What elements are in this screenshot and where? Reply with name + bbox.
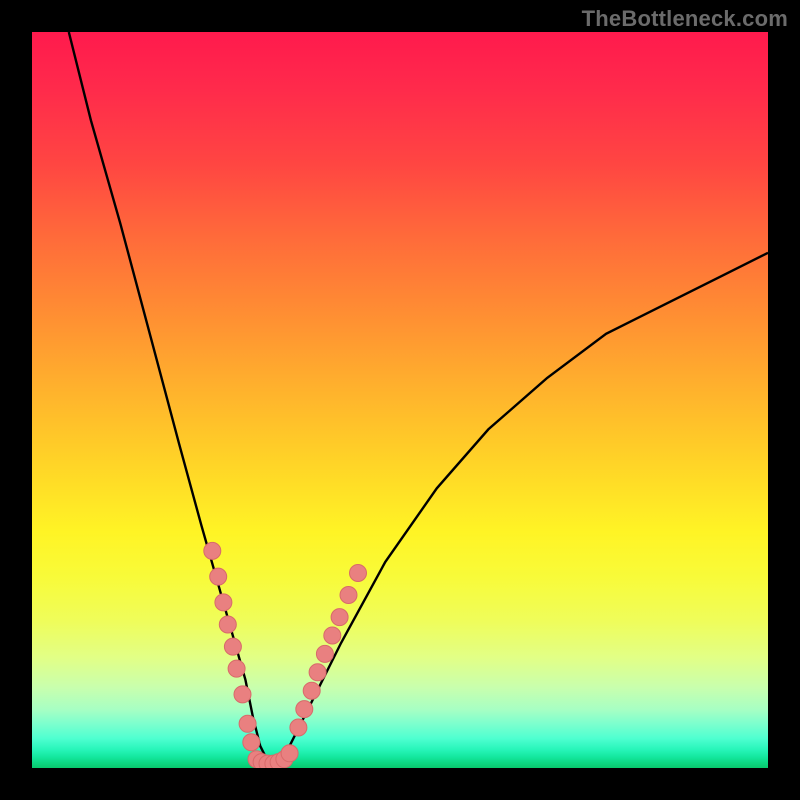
data-point [224, 638, 241, 655]
data-point [324, 627, 341, 644]
watermark-text: TheBottleneck.com [582, 6, 788, 32]
data-point [204, 542, 221, 559]
data-point [219, 616, 236, 633]
bottleneck-curve [69, 32, 768, 761]
chart-svg [32, 32, 768, 768]
data-point [309, 664, 326, 681]
data-point [303, 682, 320, 699]
data-point [350, 565, 367, 582]
data-point [296, 701, 313, 718]
data-point [243, 734, 260, 751]
data-point [234, 686, 251, 703]
data-point [331, 609, 348, 626]
data-markers [204, 542, 367, 768]
plot-area [32, 32, 768, 768]
data-point [316, 645, 333, 662]
data-point [228, 660, 245, 677]
data-point [281, 745, 298, 762]
data-point [215, 594, 232, 611]
data-point [210, 568, 227, 585]
chart-frame: TheBottleneck.com [0, 0, 800, 800]
data-point [239, 715, 256, 732]
data-point [340, 587, 357, 604]
data-point [290, 719, 307, 736]
